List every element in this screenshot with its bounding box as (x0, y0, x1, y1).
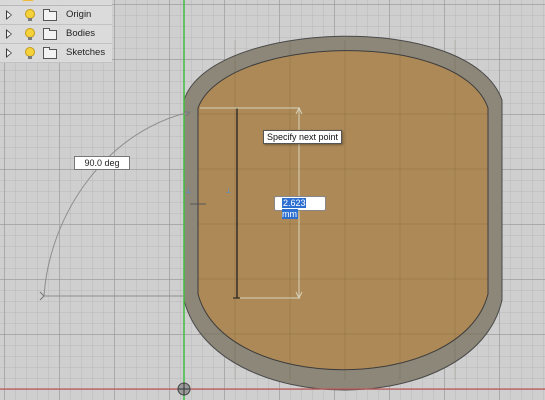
folder-icon (43, 9, 57, 21)
visibility-bulb-icon[interactable] (25, 9, 35, 21)
sketch-tooltip: Specify next point (263, 130, 343, 144)
browser-item-bodies[interactable]: Bodies (0, 25, 112, 44)
browser-item-origin[interactable]: Origin (0, 6, 112, 25)
angle-input[interactable]: 90.0 deg (74, 156, 130, 170)
constraint-glyph-left: ⟂ (186, 187, 191, 195)
browser-item-sketches[interactable]: Sketches (0, 44, 112, 63)
folder-icon (43, 47, 57, 59)
browser-item-label: Bodies (66, 28, 96, 39)
origin-icon[interactable] (177, 382, 191, 396)
expand-arrow-icon[interactable] (6, 29, 12, 39)
component-icon (22, 0, 34, 1)
dimension-input[interactable]: 2.623 mm (282, 198, 324, 219)
body-face[interactable] (197, 50, 489, 371)
expand-arrow-icon[interactable] (6, 10, 12, 20)
visibility-bulb-icon[interactable] (25, 47, 35, 59)
browser-item-label: Origin (66, 9, 92, 20)
constraint-glyph-right: ⟂ (226, 187, 231, 195)
dimension-input-box[interactable]: 2.623 mm (274, 196, 326, 219)
visibility-bulb-icon[interactable] (25, 28, 35, 40)
browser-item-label: Sketches (66, 47, 106, 58)
angle-arc (43, 111, 191, 297)
folder-icon (43, 28, 57, 40)
expand-arrow-icon[interactable] (6, 48, 12, 58)
arrow-mark-lower (39, 291, 45, 301)
